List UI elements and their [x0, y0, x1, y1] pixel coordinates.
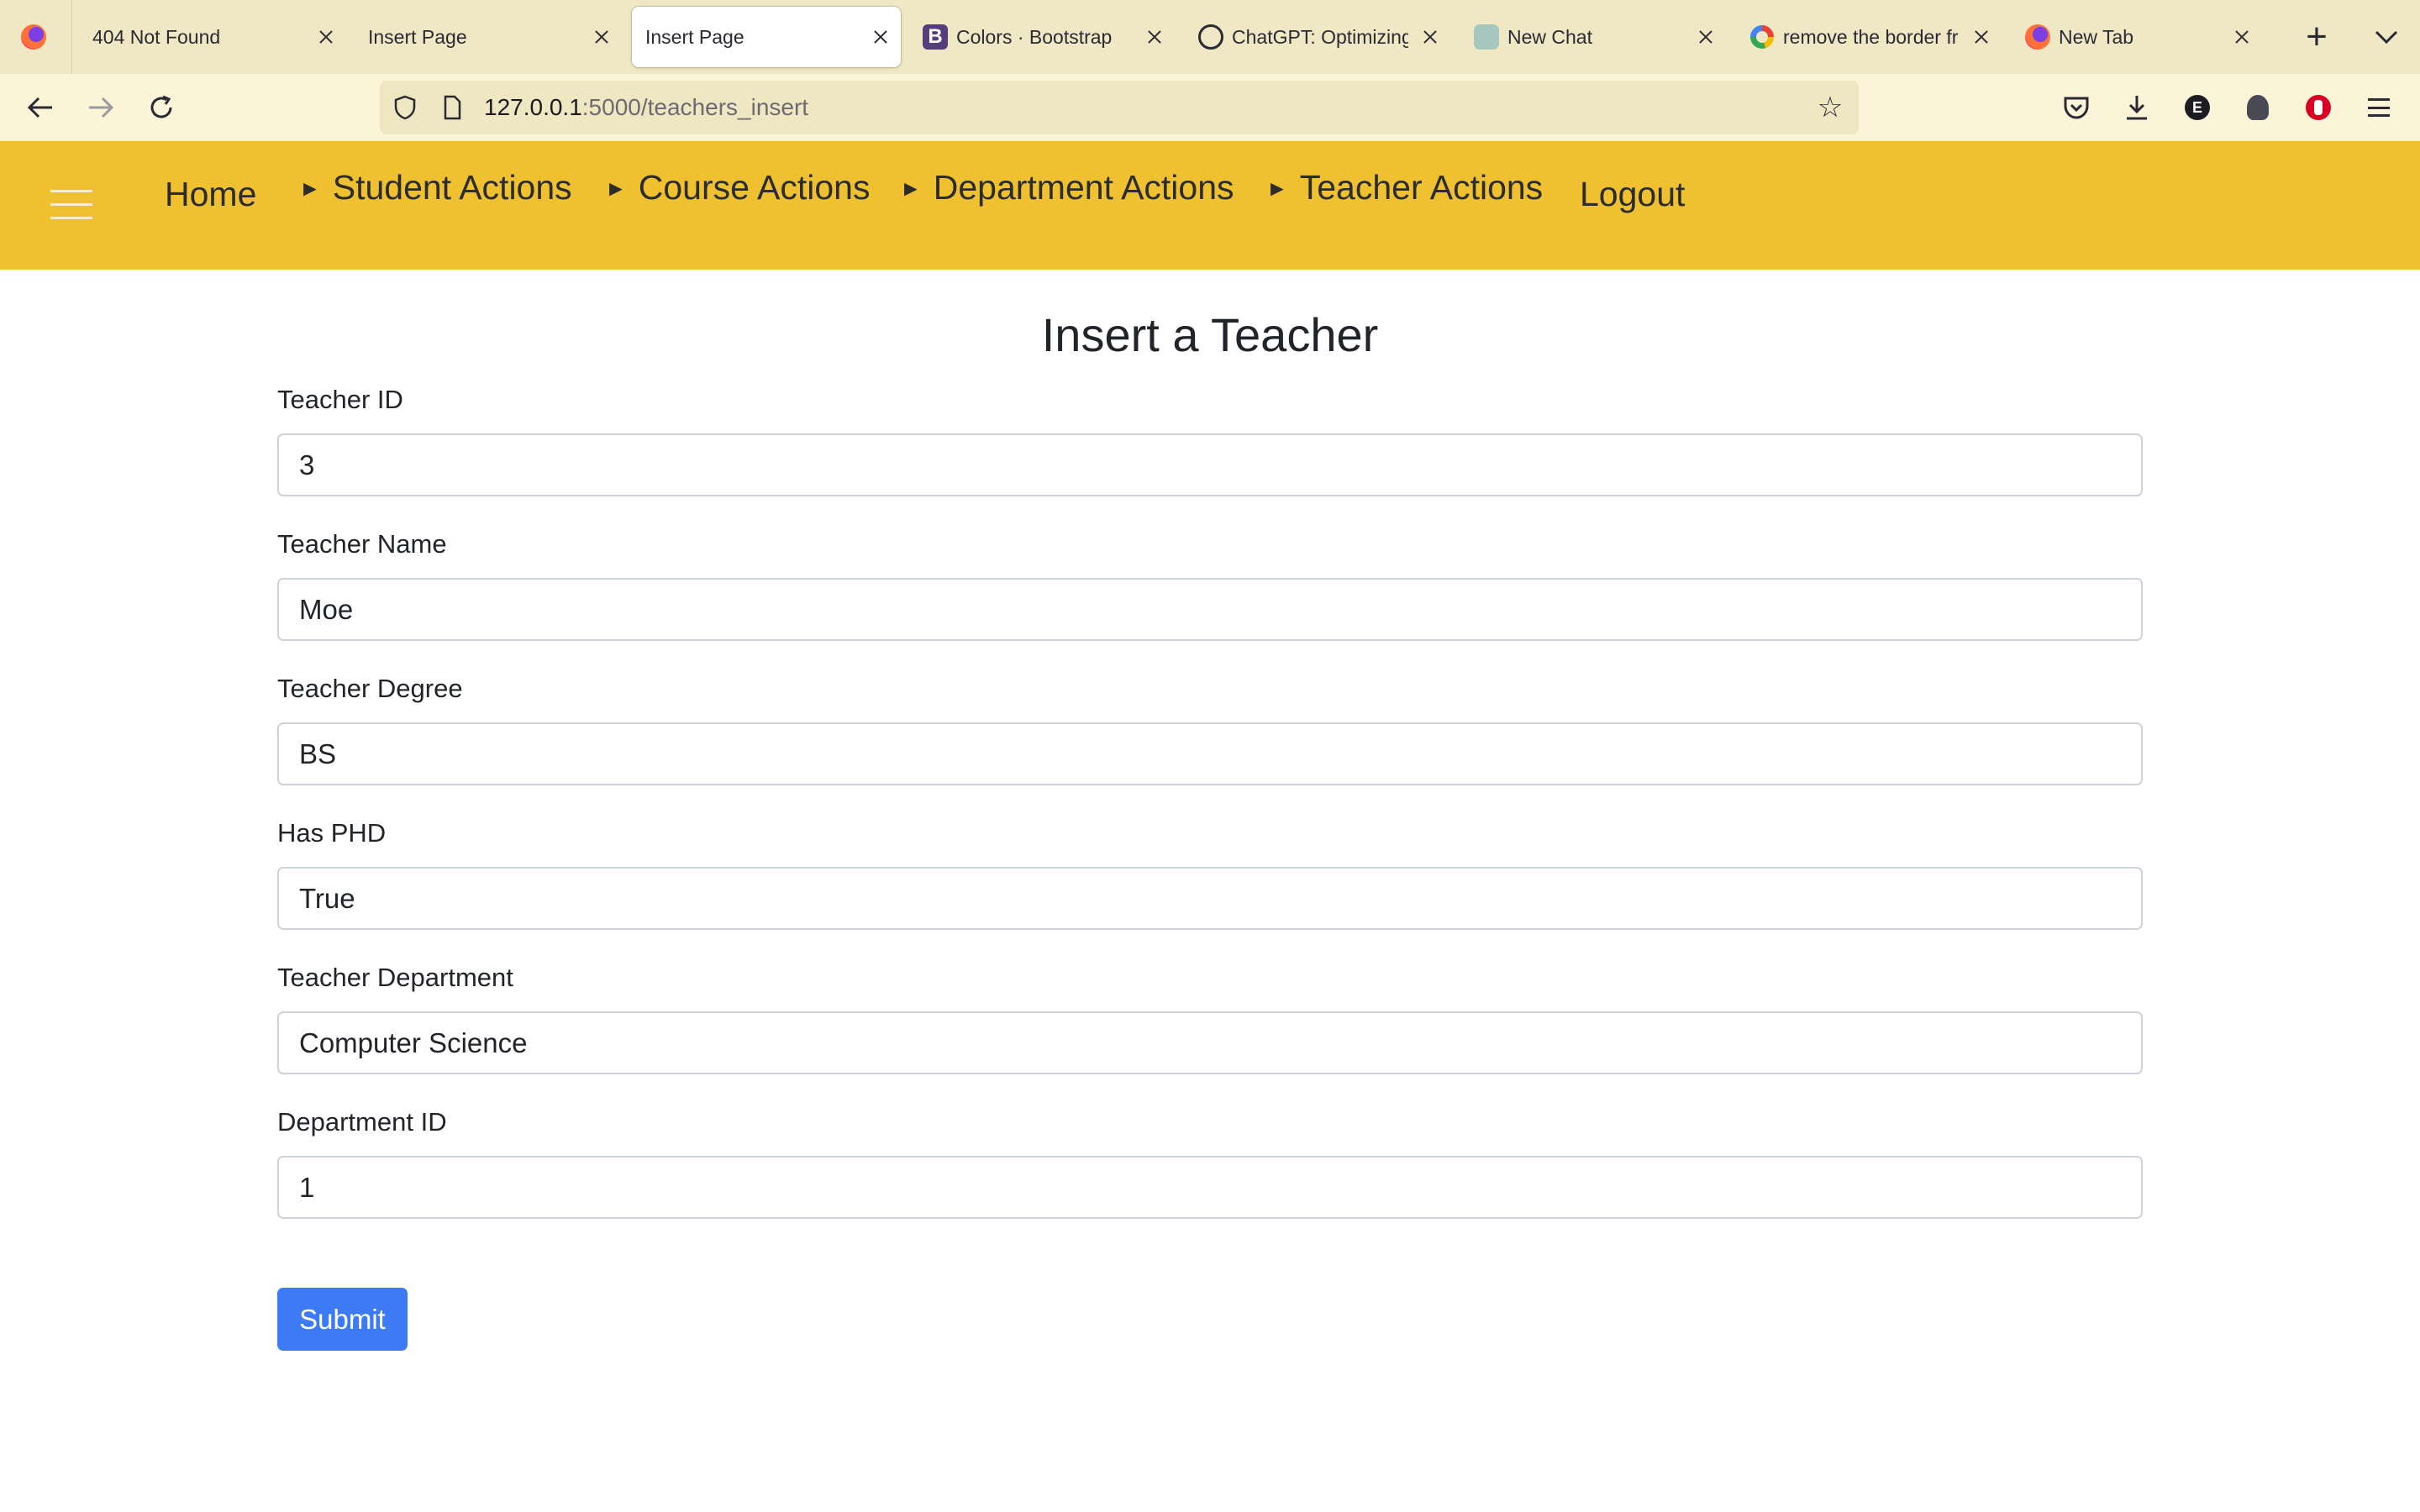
firefox-view-button[interactable] [8, 12, 59, 62]
tab-title: ChatGPT: Optimizing [1232, 26, 1408, 48]
new-tab-button[interactable]: + [2291, 12, 2342, 62]
browser-toolbar: 127.0.0.1:5000/teachers_insert ☆ E [0, 74, 2420, 141]
tab-new-chat[interactable]: New Chat [1459, 7, 1726, 67]
nav-teacher-actions[interactable]: ► Teacher Actions [1266, 162, 1543, 213]
close-icon[interactable] [871, 27, 891, 47]
triangle-right-icon: ► [900, 176, 922, 201]
teacher-department-input[interactable] [277, 1011, 2143, 1074]
nav-student-actions[interactable]: ► Student Actions [299, 162, 572, 213]
department-id-label: Department ID [277, 1107, 447, 1137]
tab-title: remove the border fr [1783, 26, 1959, 48]
nav-department-actions[interactable]: ► Department Actions [900, 162, 1234, 213]
bookmark-star-icon[interactable]: ☆ [1815, 92, 1845, 123]
triangle-right-icon: ► [1266, 176, 1288, 201]
site-navbar: Home ► Student Actions ► Course Actions ► D… [0, 141, 2420, 270]
tab-insert-page[interactable]: Insert Page [355, 7, 622, 67]
tab-title: New Tab [2059, 26, 2134, 48]
reload-icon [150, 95, 172, 118]
tab-divider [71, 0, 72, 74]
nav-home-link[interactable]: Home [165, 169, 256, 219]
browser-tab-strip: 404 Not Found Insert Page Insert Page B … [0, 0, 2420, 74]
download-icon [2127, 96, 2147, 120]
nav-student-actions-label: Student Actions [332, 168, 572, 207]
lightbulb-icon [2247, 95, 2269, 120]
url-host: 127.0.0.1 [484, 94, 582, 120]
ublock-icon [2306, 95, 2331, 120]
teacher-degree-label: Teacher Degree [277, 674, 463, 703]
tab-title: 404 Not Found [92, 26, 221, 48]
tab-chatgpt[interactable]: ChatGPT: Optimizing [1183, 7, 1450, 67]
close-icon[interactable] [1144, 27, 1165, 47]
triangle-right-icon: ► [605, 176, 627, 201]
firefox-icon [2025, 24, 2050, 50]
has-phd-label: Has PHD [277, 818, 387, 848]
page-title: Insert a Teacher [1041, 308, 1379, 361]
teacher-name-input[interactable] [277, 578, 2143, 641]
nav-course-actions-label: Course Actions [638, 168, 871, 207]
department-id-input[interactable] [277, 1156, 2143, 1219]
tab-colors-bootstrap[interactable]: B Colors · Bootstrap [908, 7, 1175, 67]
close-icon[interactable] [1971, 27, 1991, 47]
teacher-department-label: Teacher Department [277, 963, 513, 992]
triangle-right-icon: ► [299, 176, 321, 201]
reload-button[interactable] [136, 82, 187, 133]
back-button[interactable] [15, 82, 66, 133]
chat-icon [1474, 24, 1499, 50]
google-icon [1750, 25, 1774, 49]
downloads-button[interactable] [2115, 86, 2159, 129]
page-info-icon[interactable] [439, 94, 466, 121]
plus-icon: + [2306, 16, 2328, 57]
hamburger-menu-icon[interactable] [50, 190, 92, 220]
tab-new-tab[interactable]: New Tab [2010, 7, 2262, 67]
firefox-icon [21, 24, 46, 50]
extension-e-button[interactable]: E [2175, 86, 2219, 129]
nav-logout-link[interactable]: Logout [1580, 169, 1685, 219]
close-icon[interactable] [316, 27, 336, 47]
teacher-id-label: Teacher ID [277, 385, 403, 414]
app-menu-button[interactable] [2357, 86, 2401, 129]
url-text[interactable]: 127.0.0.1:5000/teachers_insert [484, 81, 808, 134]
close-icon[interactable] [1420, 27, 1440, 47]
close-icon[interactable] [1696, 27, 1716, 47]
tab-google-search[interactable]: remove the border fr [1734, 7, 2002, 67]
chatgpt-icon [1198, 24, 1223, 50]
teacher-name-label: Teacher Name [277, 529, 447, 559]
teacher-id-input[interactable] [277, 433, 2143, 496]
arrow-left-icon [27, 97, 52, 118]
tab-title: Insert Page [645, 26, 744, 48]
forward-button[interactable] [76, 82, 126, 133]
nav-home-label: Home [165, 175, 257, 213]
has-phd-input[interactable] [277, 867, 2143, 930]
list-all-tabs-button[interactable] [2361, 12, 2412, 62]
extension-bulb-button[interactable] [2236, 86, 2280, 129]
teacher-degree-input[interactable] [277, 722, 2143, 785]
nav-department-actions-label: Department Actions [933, 168, 1234, 207]
arrow-right-icon [89, 97, 114, 118]
nav-logout-label: Logout [1580, 175, 1686, 213]
nav-teacher-actions-label: Teacher Actions [1299, 168, 1544, 207]
tab-title: New Chat [1507, 26, 1592, 48]
tab-title: Insert Page [368, 26, 467, 48]
url-path: :5000/teachers_insert [581, 94, 809, 120]
pocket-button[interactable] [2054, 86, 2098, 129]
submit-button[interactable]: Submit [277, 1288, 408, 1351]
close-icon[interactable] [592, 27, 612, 47]
bootstrap-icon: B [923, 24, 948, 50]
shield-icon[interactable] [392, 94, 418, 121]
close-icon[interactable] [2232, 27, 2252, 47]
chevron-down-icon [2375, 30, 2398, 45]
menu-icon [2368, 98, 2390, 117]
address-bar[interactable]: 127.0.0.1:5000/teachers_insert ☆ [380, 81, 1859, 134]
ublock-button[interactable] [2296, 86, 2340, 129]
nav-course-actions[interactable]: ► Course Actions [605, 162, 870, 213]
extension-e-icon: E [2185, 95, 2210, 120]
pocket-icon [2064, 97, 2089, 119]
tab-insert-page-active[interactable]: Insert Page [632, 7, 901, 67]
tab-404-not-found[interactable]: 404 Not Found [79, 7, 346, 67]
tab-title: Colors · Bootstrap [956, 26, 1113, 48]
